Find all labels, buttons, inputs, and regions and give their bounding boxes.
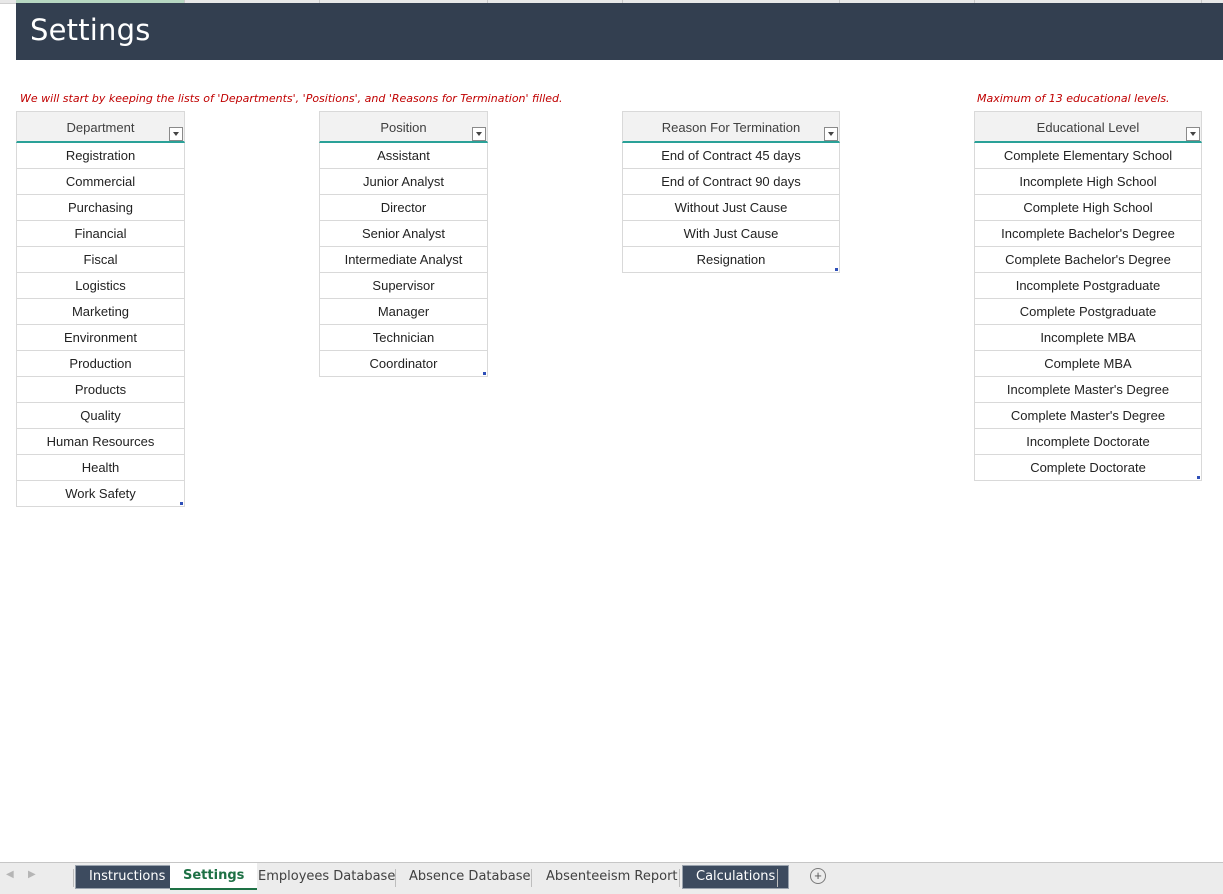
filter-dropdown-icon[interactable] (169, 127, 183, 141)
table-row[interactable]: End of Contract 45 days (622, 143, 840, 169)
scroll-tabs-right-icon[interactable]: ▶ (28, 869, 36, 880)
table-row[interactable]: Quality (16, 403, 185, 429)
table-row[interactable]: Manager (319, 299, 488, 325)
termination-header[interactable]: Reason For Termination (622, 111, 840, 143)
education-header[interactable]: Educational Level (974, 111, 1202, 143)
table-row[interactable]: Commercial (16, 169, 185, 195)
table-row[interactable]: Senior Analyst (319, 221, 488, 247)
table-row[interactable]: End of Contract 90 days (622, 169, 840, 195)
table-row[interactable]: Complete Elementary School (974, 143, 1202, 169)
table-row[interactable]: With Just Cause (622, 221, 840, 247)
table-row[interactable]: Complete Master's Degree (974, 403, 1202, 429)
tab-separator (531, 869, 532, 887)
table-row[interactable]: Health (16, 455, 185, 481)
table-row[interactable]: Without Just Cause (622, 195, 840, 221)
table-row[interactable]: Products (16, 377, 185, 403)
tab-instructions[interactable]: Instructions (75, 865, 180, 889)
department-header[interactable]: Department (16, 111, 185, 143)
tab-absenteeism-report[interactable]: Absenteeism Report (533, 865, 691, 889)
table-row[interactable]: Incomplete Postgraduate (974, 273, 1202, 299)
table-row[interactable]: Assistant (319, 143, 488, 169)
education-limit-note: Maximum of 13 educational levels. (977, 92, 1170, 105)
table-row[interactable]: Environment (16, 325, 185, 351)
table-row[interactable]: Resignation (622, 247, 840, 273)
page-title: Settings (30, 13, 151, 47)
tab-separator (73, 869, 74, 887)
position-header[interactable]: Position (319, 111, 488, 143)
sheet-tab-bar: ◀ ▶ Instructions Settings Employees Data… (0, 862, 1223, 894)
table-row[interactable]: Incomplete High School (974, 169, 1202, 195)
table-row[interactable]: Production (16, 351, 185, 377)
table-row[interactable]: Technician (319, 325, 488, 351)
education-table: Educational Level Complete Elementary Sc… (974, 111, 1202, 481)
tab-absence-database[interactable]: Absence Database (396, 865, 543, 889)
table-row[interactable]: Incomplete MBA (974, 325, 1202, 351)
table-row[interactable]: Intermediate Analyst (319, 247, 488, 273)
table-row[interactable]: Incomplete Master's Degree (974, 377, 1202, 403)
add-sheet-icon[interactable]: + (810, 868, 826, 884)
termination-header-label: Reason For Termination (661, 120, 801, 135)
table-row[interactable]: Registration (16, 143, 185, 169)
table-row[interactable]: Incomplete Bachelor's Degree (974, 221, 1202, 247)
table-row[interactable]: Financial (16, 221, 185, 247)
table-row[interactable]: Incomplete Doctorate (974, 429, 1202, 455)
table-row[interactable]: Director (319, 195, 488, 221)
table-row[interactable]: Human Resources (16, 429, 185, 455)
table-row[interactable]: Junior Analyst (319, 169, 488, 195)
education-header-label: Educational Level (1036, 120, 1140, 135)
position-table: Position Assistant Junior Analyst Direct… (319, 111, 488, 377)
table-row[interactable]: Marketing (16, 299, 185, 325)
table-row[interactable]: Work Safety (16, 481, 185, 507)
instruction-note: We will start by keeping the lists of 'D… (20, 92, 563, 105)
table-row[interactable]: Complete MBA (974, 351, 1202, 377)
tab-employees-database[interactable]: Employees Database (245, 865, 408, 889)
table-row[interactable]: Complete Bachelor's Degree (974, 247, 1202, 273)
table-row[interactable]: Supervisor (319, 273, 488, 299)
scroll-tabs-left-icon[interactable]: ◀ (6, 869, 14, 880)
table-row[interactable]: Fiscal (16, 247, 185, 273)
tab-calculations[interactable]: Calculations (682, 865, 790, 889)
settings-header-bar (16, 3, 1223, 60)
table-row[interactable]: Coordinator (319, 351, 488, 377)
table-row[interactable]: Purchasing (16, 195, 185, 221)
department-header-label: Department (66, 120, 135, 135)
tab-separator (777, 869, 778, 887)
table-row[interactable]: Complete High School (974, 195, 1202, 221)
filter-dropdown-icon[interactable] (472, 127, 486, 141)
department-table: Department Registration Commercial Purch… (16, 111, 185, 507)
position-header-label: Position (380, 120, 427, 135)
tab-separator (679, 869, 680, 887)
table-row[interactable]: Logistics (16, 273, 185, 299)
table-row[interactable]: Complete Doctorate (974, 455, 1202, 481)
filter-dropdown-icon[interactable] (1186, 127, 1200, 141)
table-row[interactable]: Complete Postgraduate (974, 299, 1202, 325)
filter-dropdown-icon[interactable] (824, 127, 838, 141)
termination-table: Reason For Termination End of Contract 4… (622, 111, 840, 273)
